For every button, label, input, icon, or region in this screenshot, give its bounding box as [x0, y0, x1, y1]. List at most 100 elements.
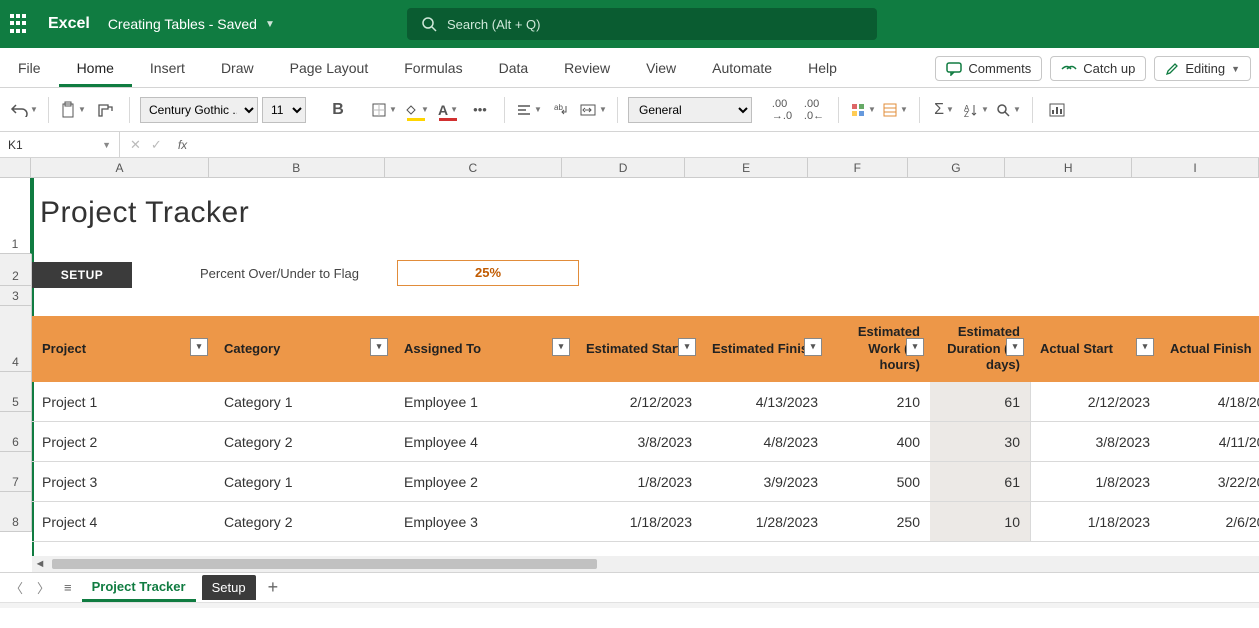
row-header[interactable]: 5: [0, 372, 32, 412]
editing-button[interactable]: Editing ▼: [1154, 56, 1251, 81]
more-font-button[interactable]: •••: [466, 96, 494, 124]
search-box[interactable]: Search (Alt + Q): [407, 8, 877, 40]
cell[interactable]: 2/6/2023: [1160, 502, 1259, 541]
number-format-select[interactable]: General: [628, 97, 752, 123]
cell[interactable]: Employee 1: [394, 382, 576, 421]
cell[interactable]: 3/8/2023: [576, 422, 702, 461]
tab-insert[interactable]: Insert: [132, 60, 203, 87]
cell[interactable]: Category 2: [214, 502, 394, 541]
catchup-button[interactable]: Catch up: [1050, 56, 1146, 81]
cell[interactable]: Employee 2: [394, 462, 576, 501]
row-header[interactable]: 2: [0, 254, 32, 286]
fx-icon[interactable]: fx: [172, 138, 193, 152]
confirm-formula-icon[interactable]: ✓: [151, 137, 162, 153]
cell[interactable]: 1/18/2023: [576, 502, 702, 541]
filter-dropdown-icon[interactable]: ▾: [1006, 338, 1024, 356]
paste-button[interactable]: ▼: [59, 96, 87, 124]
cell[interactable]: 4/8/2023: [702, 422, 828, 461]
filter-dropdown-icon[interactable]: ▾: [190, 338, 208, 356]
filter-dropdown-icon[interactable]: ▾: [906, 338, 924, 356]
setup-button[interactable]: SETUP: [32, 262, 132, 288]
cell[interactable]: 3/9/2023: [702, 462, 828, 501]
cell[interactable]: 4/13/2023: [702, 382, 828, 421]
cell[interactable]: Employee 4: [394, 422, 576, 461]
scroll-thumb[interactable]: [52, 559, 597, 569]
row-header[interactable]: 3: [0, 286, 32, 306]
col-header[interactable]: E: [685, 158, 808, 178]
row-header[interactable]: 7: [0, 452, 32, 492]
fill-color-button[interactable]: ▼: [402, 96, 430, 124]
cell[interactable]: 250: [828, 502, 930, 541]
cell[interactable]: 61: [930, 382, 1030, 421]
row-header[interactable]: 4: [0, 306, 32, 372]
analyze-button[interactable]: [1043, 96, 1071, 124]
flag-value-cell[interactable]: 25%: [397, 260, 579, 286]
cell[interactable]: Project 2: [32, 422, 214, 461]
filter-dropdown-icon[interactable]: ▾: [678, 338, 696, 356]
sort-filter-button[interactable]: AZ▼: [962, 96, 990, 124]
wrap-text-button[interactable]: ab: [547, 96, 575, 124]
all-sheets-icon[interactable]: ≡: [60, 580, 76, 595]
font-color-button[interactable]: A▼: [434, 96, 462, 124]
filter-dropdown-icon[interactable]: ▾: [804, 338, 822, 356]
sheet-tab-setup[interactable]: Setup: [202, 575, 256, 600]
page-title[interactable]: Project Tracker: [40, 196, 249, 230]
tab-data[interactable]: Data: [481, 60, 547, 87]
row-header[interactable]: 1: [0, 178, 32, 254]
format-painter-button[interactable]: [91, 96, 119, 124]
bold-button[interactable]: B: [324, 96, 352, 124]
sheet-tab-active[interactable]: Project Tracker: [82, 574, 196, 602]
document-name[interactable]: Creating Tables - Saved ▼: [108, 16, 275, 32]
cell[interactable]: 4/18/2023: [1160, 382, 1259, 421]
conditional-format-button[interactable]: ▼: [849, 96, 877, 124]
row-header[interactable]: 8: [0, 492, 32, 532]
col-header[interactable]: B: [209, 158, 385, 178]
cell[interactable]: 61: [930, 462, 1030, 501]
name-box[interactable]: K1 ▼: [0, 132, 120, 157]
cell[interactable]: Category 1: [214, 462, 394, 501]
format-table-button[interactable]: ▼: [881, 96, 909, 124]
cell[interactable]: 2/12/2023: [1030, 382, 1160, 421]
table-row[interactable]: Project 2Category 2Employee 43/8/20234/8…: [32, 422, 1259, 462]
col-header[interactable]: G: [908, 158, 1006, 178]
font-size-select[interactable]: 11: [262, 97, 306, 123]
col-header[interactable]: C: [385, 158, 563, 178]
table-row[interactable]: Project 3Category 1Employee 21/8/20233/9…: [32, 462, 1259, 502]
col-header[interactable]: D: [562, 158, 685, 178]
tab-formulas[interactable]: Formulas: [386, 60, 480, 87]
sheet-nav-next-icon[interactable]: 〉: [33, 578, 54, 597]
cell[interactable]: Project 1: [32, 382, 214, 421]
find-button[interactable]: ▼: [994, 96, 1022, 124]
filter-dropdown-icon[interactable]: ▾: [370, 338, 388, 356]
decrease-decimal-button[interactable]: .00→.0: [768, 96, 796, 124]
tab-view[interactable]: View: [628, 60, 694, 87]
cell[interactable]: Project 3: [32, 462, 214, 501]
cell[interactable]: 400: [828, 422, 930, 461]
select-all-corner[interactable]: [0, 158, 31, 178]
autosum-button[interactable]: Σ▼: [930, 96, 958, 124]
tab-file[interactable]: File: [8, 60, 59, 87]
tab-home[interactable]: Home: [59, 60, 132, 87]
increase-decimal-button[interactable]: .00.0←: [800, 96, 828, 124]
cell[interactable]: 1/8/2023: [1030, 462, 1160, 501]
app-launcher-icon[interactable]: [10, 14, 30, 34]
table-row[interactable]: Project 1Category 1Employee 12/12/20234/…: [32, 382, 1259, 422]
cell[interactable]: 2/12/2023: [576, 382, 702, 421]
align-button[interactable]: ▼: [515, 96, 543, 124]
cell[interactable]: 30: [930, 422, 1030, 461]
table-row[interactable]: Project 4Category 2Employee 31/18/20231/…: [32, 502, 1259, 542]
scroll-left-icon[interactable]: ◄: [32, 558, 48, 570]
font-name-select[interactable]: Century Gothic ...: [140, 97, 258, 123]
cell[interactable]: 500: [828, 462, 930, 501]
col-header[interactable]: F: [808, 158, 908, 178]
cell[interactable]: Category 1: [214, 382, 394, 421]
cell[interactable]: 210: [828, 382, 930, 421]
add-sheet-button[interactable]: +: [262, 577, 285, 598]
comments-button[interactable]: Comments: [935, 56, 1042, 81]
formula-input[interactable]: [203, 132, 1259, 157]
horizontal-scrollbar[interactable]: ◄: [32, 556, 1259, 572]
cell[interactable]: Category 2: [214, 422, 394, 461]
filter-dropdown-icon[interactable]: ▾: [1136, 338, 1154, 356]
cell[interactable]: 1/8/2023: [576, 462, 702, 501]
tab-page-layout[interactable]: Page Layout: [272, 60, 387, 87]
